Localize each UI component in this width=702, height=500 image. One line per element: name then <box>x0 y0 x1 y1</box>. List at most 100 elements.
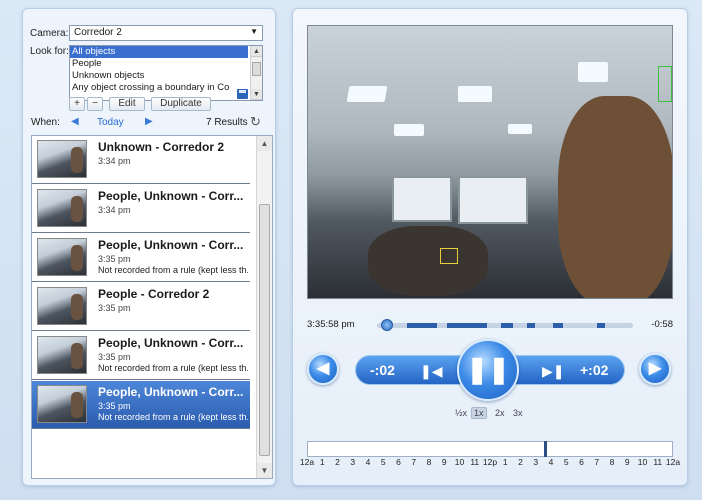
timeline-hour-label: 5 <box>380 457 386 467</box>
result-time: 3:34 pm <box>98 205 131 215</box>
seek-segment <box>447 323 487 328</box>
timeline-hour-labels: 12a 1 2 3 4 5 6 7 8 9 10 11 12p 1 2 3 4 5 6 7 8 9 10 11 12a <box>299 457 685 469</box>
list-item[interactable]: People - Corredor 2 3:35 pm <box>32 283 250 331</box>
speed-selector: ½x 1x 2x 3x <box>453 407 533 421</box>
detection-box <box>440 248 458 264</box>
result-title: People, Unknown - Corr... <box>98 385 244 399</box>
player-panel: 3:35:58 pm -0:58 ◀ -:02 ❚◀ ▶❚ +:02 ❚❚ ▶ <box>292 8 688 486</box>
timeline-hour-label: 8 <box>609 457 615 467</box>
scroll-up-icon[interactable]: ▲ <box>257 136 272 151</box>
chevron-down-icon: ▼ <box>250 27 258 36</box>
camera-value: Corredor 2 <box>74 27 122 38</box>
save-icon[interactable] <box>237 89 248 99</box>
skip-forward-button[interactable]: +:02 <box>580 362 608 378</box>
seek-thumb[interactable] <box>381 319 394 331</box>
seek-bar[interactable] <box>377 319 633 331</box>
pause-button[interactable]: ❚❚ <box>457 339 519 401</box>
remove-rule-button[interactable]: − <box>87 97 103 111</box>
window <box>458 176 528 224</box>
playback-controls: ◀ -:02 ❚◀ ▶❚ +:02 ❚❚ ▶ <box>307 339 677 401</box>
lookfor-list[interactable]: All objects People Unknown objects Any o… <box>69 45 263 101</box>
result-note: Not recorded from a rule (kept less th..… <box>98 265 248 275</box>
scroll-thumb[interactable] <box>259 204 270 456</box>
scroll-up-icon[interactable]: ▲ <box>251 46 262 57</box>
timeline-hour-label: 8 <box>426 457 432 467</box>
when-label: When: <box>31 117 60 128</box>
add-rule-button[interactable]: + <box>69 97 85 111</box>
list-item[interactable]: Unknown - Corredor 2 3:34 pm <box>32 136 250 184</box>
scroll-thumb[interactable] <box>252 62 261 76</box>
scroll-down-icon[interactable]: ▼ <box>257 463 272 478</box>
scroll-down-icon[interactable]: ▼ <box>251 89 262 100</box>
results-scrollbar[interactable]: ▲ ▼ <box>256 136 272 478</box>
lookfor-item-people[interactable]: People <box>70 58 248 70</box>
lookfor-label: Look for: <box>30 46 69 57</box>
when-value[interactable]: Today <box>97 117 124 128</box>
timeline-hour-label: 10 <box>637 457 648 467</box>
speed-half[interactable]: ½x <box>453 408 469 418</box>
timeline-hour-label: 12a <box>665 457 681 467</box>
list-item-selected[interactable]: People, Unknown - Corr... 3:35 pm Not re… <box>32 381 250 429</box>
timeline-hour-label: 9 <box>624 457 630 467</box>
ceiling-light <box>508 124 532 134</box>
timeline-hour-label: 10 <box>454 457 465 467</box>
lookfor-item-boundary-rule[interactable]: Any object crossing a boundary in Corr..… <box>70 82 230 94</box>
timeline-hour-label: 1 <box>502 457 508 467</box>
result-time: 3:35 pm <box>98 352 131 362</box>
next-day-icon[interactable]: ▶ <box>145 116 153 127</box>
step-back-icon[interactable]: ❚◀ <box>420 363 443 380</box>
list-item[interactable]: People, Unknown - Corr... 3:35 pm Not re… <box>32 234 250 282</box>
previous-clip-button[interactable]: ◀ <box>307 353 339 385</box>
timeline-hour-label: 5 <box>563 457 569 467</box>
result-title: Unknown - Corredor 2 <box>98 140 225 154</box>
timeline-hour-label: 11 <box>653 457 663 467</box>
skip-back-button[interactable]: -:02 <box>370 362 395 378</box>
camera-dropdown[interactable]: Corredor 2 ▼ <box>69 25 263 41</box>
thumbnail <box>37 287 87 325</box>
previous-day-icon[interactable]: ◀ <box>71 116 79 127</box>
result-title: People, Unknown - Corr... <box>98 238 244 252</box>
thumbnail <box>37 336 87 374</box>
result-note: Not recorded from a rule (kept less th..… <box>98 363 248 373</box>
next-clip-button[interactable]: ▶ <box>639 353 671 385</box>
list-item[interactable]: People, Unknown - Corr... 3:34 pm <box>32 185 250 233</box>
result-time: 3:35 pm <box>98 254 131 264</box>
lookfor-item-unknown-objects[interactable]: Unknown objects <box>70 70 248 82</box>
seated-people <box>368 226 488 296</box>
timeline-hour-label: 6 <box>396 457 401 467</box>
video-frame[interactable] <box>307 25 673 299</box>
arrow-right-icon: ▶ <box>648 360 662 377</box>
timeline-hour-label: 12p <box>482 457 498 467</box>
speed-2x[interactable]: 2x <box>493 408 507 418</box>
timeline-hour-label: 7 <box>411 457 417 467</box>
camera-label: Camera: <box>30 28 69 39</box>
window <box>392 176 452 222</box>
day-timeline[interactable] <box>307 441 673 457</box>
result-time: 3:35 pm <box>98 401 131 411</box>
result-note: Not recorded from a rule (kept less th..… <box>98 412 248 422</box>
speed-3x[interactable]: 3x <box>511 408 525 418</box>
thumbnail <box>37 189 87 227</box>
refresh-icon[interactable]: ↻ <box>250 114 261 130</box>
timeline-hour-label: 1 <box>319 457 325 467</box>
timeline-hour-label: 2 <box>335 457 340 467</box>
speed-1x[interactable]: 1x <box>471 407 487 419</box>
ceiling-light <box>578 62 608 82</box>
lookfor-scrollbar[interactable]: ▲ ▼ <box>250 46 262 100</box>
detection-box <box>658 66 672 102</box>
lookfor-item-all-objects[interactable]: All objects <box>70 46 248 58</box>
result-time: 3:34 pm <box>98 156 131 166</box>
timeline-hour-label: 4 <box>365 457 371 467</box>
seek-segment <box>553 323 563 328</box>
step-forward-icon[interactable]: ▶❚ <box>542 363 565 380</box>
edit-button[interactable]: Edit <box>109 97 145 111</box>
result-title: People, Unknown - Corr... <box>98 336 244 350</box>
seek-row: 3:35:58 pm -0:58 <box>307 317 673 333</box>
list-item[interactable]: People, Unknown - Corr... 3:35 pm Not re… <box>32 332 250 380</box>
duplicate-button[interactable]: Duplicate <box>151 97 211 111</box>
timeline-hour-label: 12a <box>299 457 315 467</box>
results-count: 7 Results <box>206 117 248 128</box>
timeline-hour-label: 6 <box>579 457 584 467</box>
timeline-marker[interactable] <box>544 441 547 457</box>
result-time: 3:35 pm <box>98 303 131 313</box>
